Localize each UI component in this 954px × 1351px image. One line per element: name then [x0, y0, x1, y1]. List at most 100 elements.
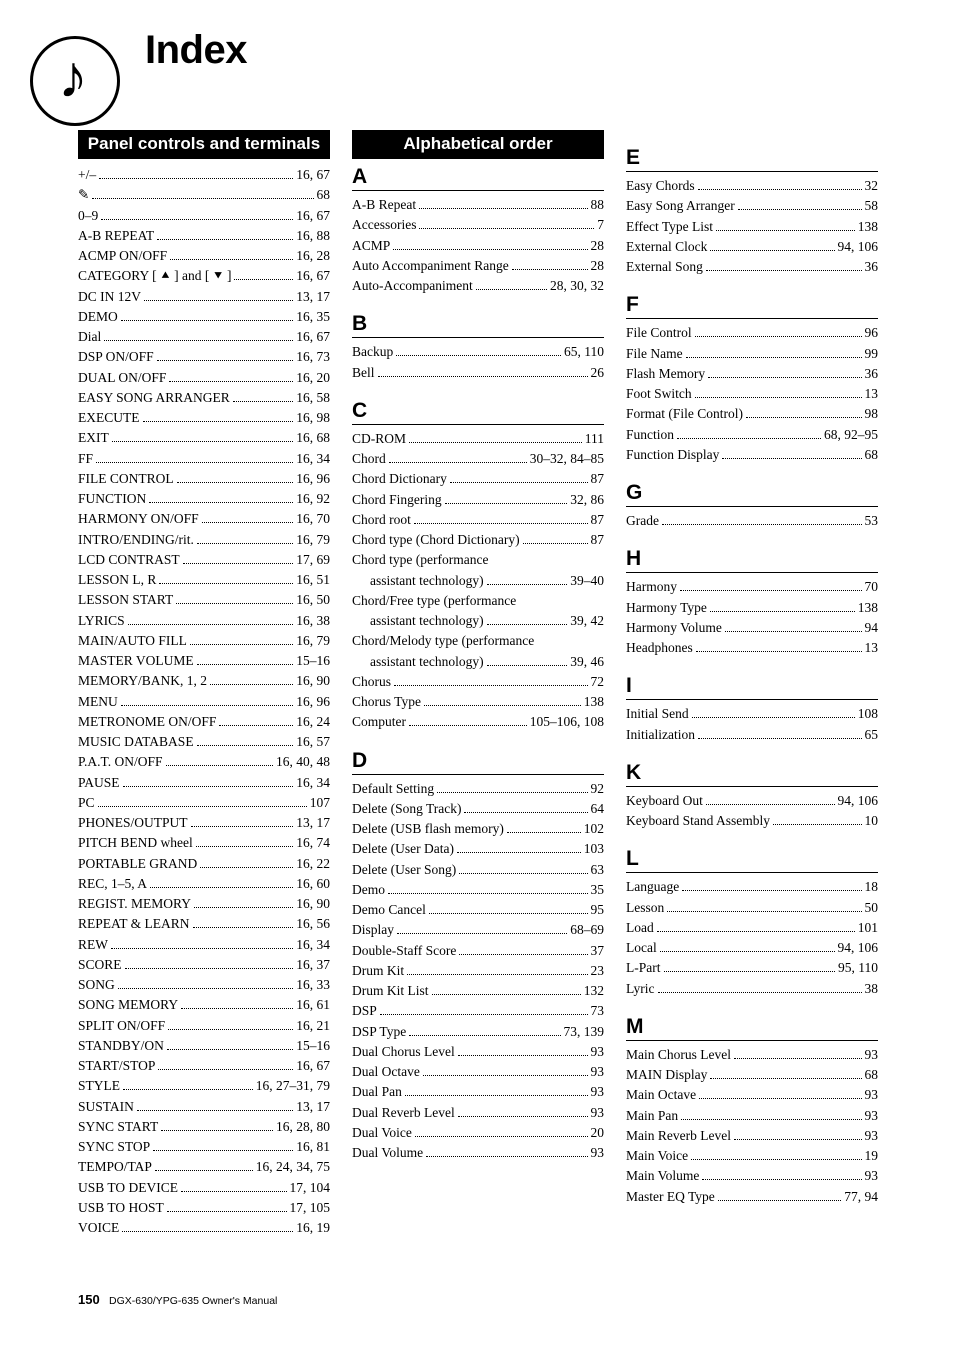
index-entry-label: Dual Volume [352, 1143, 423, 1163]
index-entry-pages: 13, 17 [296, 813, 330, 833]
leader-dots [143, 413, 294, 422]
index-entry-pages: 95, 110 [838, 958, 878, 978]
index-entry-label: File Name [626, 344, 683, 364]
index-entry-label: Language [626, 877, 679, 897]
leader-dots [706, 262, 862, 271]
index-entry: Dial16, 67 [78, 327, 330, 347]
index-entry-label: HARMONY ON/OFF [78, 509, 199, 529]
index-entry: Chord Dictionary87 [352, 469, 604, 489]
index-entry-label: Dual Pan [352, 1082, 402, 1102]
letter-header-B: B [352, 312, 604, 338]
index-entry: MENU16, 96 [78, 692, 330, 712]
index-entry-pages: 13, 17 [296, 1097, 330, 1117]
index-entry-pages: 16, 35 [296, 307, 330, 327]
index-entry-label: CATEGORY [ ⯅ ] and [ ⯆ ] [78, 266, 231, 286]
index-entry-label: LYRICS [78, 611, 125, 631]
index-entry-label: CD-ROM [352, 429, 406, 449]
leader-dots [181, 1182, 286, 1191]
index-entry-label: Delete (User Song) [352, 860, 456, 880]
index-entry-pages: 37 [591, 941, 605, 961]
index-entry: SYNC STOP16, 81 [78, 1137, 330, 1157]
index-entry-label: Chord root [352, 510, 411, 530]
music-note-icon: ♪ [30, 36, 120, 126]
index-entry: STANDBY/ON15–16 [78, 1036, 330, 1056]
index-entry: Chord30–32, 84–85 [352, 449, 604, 469]
index-entry-pages: 73 [591, 1001, 605, 1021]
index-entry-pages: 16, 79 [296, 530, 330, 550]
index-entry: Keyboard Stand Assembly10 [626, 811, 878, 831]
index-entry: PC107 [78, 793, 330, 813]
leader-dots [98, 797, 307, 806]
index-entry: MAIN/AUTO FILL16, 79 [78, 631, 330, 651]
leader-dots [738, 201, 862, 210]
index-entry-label: Dual Reverb Level [352, 1103, 455, 1123]
index-entry-label: PAUSE [78, 773, 120, 793]
leader-dots [464, 803, 587, 812]
leader-dots [158, 1061, 293, 1070]
index-entry-pages: 93 [591, 1042, 605, 1062]
index-entry-label: ✎ [78, 185, 89, 205]
index-entry-pages: 26 [591, 363, 605, 383]
index-entry-label: Chord/Melody type (performance [352, 631, 604, 651]
letter-header-I: I [626, 674, 878, 700]
leader-dots [423, 1067, 588, 1076]
index-entry-pages: 28, 30, 32 [550, 276, 604, 296]
index-entry: Dual Volume93 [352, 1143, 604, 1163]
index-entry-pages: 102 [584, 819, 604, 839]
index-entry-pages: 23 [591, 961, 605, 981]
index-entry-label: STANDBY/ON [78, 1036, 164, 1056]
letter-header-E: E [626, 146, 878, 172]
index-entry: External Song36 [626, 257, 878, 277]
index-entry-pages: 111 [585, 429, 604, 449]
index-entry-label: Lyric [626, 979, 655, 999]
leader-dots [662, 516, 862, 525]
index-entry-label: A-B Repeat [352, 195, 416, 215]
index-entry-pages: 70 [865, 577, 879, 597]
index-entry-label: Dial [78, 327, 101, 347]
index-entry-label: Grade [626, 511, 659, 531]
index-entry-label: Initialization [626, 725, 695, 745]
index-entry-pages: 10 [865, 811, 879, 831]
leader-dots [725, 622, 862, 631]
index-entry-label: Lesson [626, 898, 664, 918]
index-entry-label: Delete (USB flash memory) [352, 819, 504, 839]
letter-header-A: A [352, 165, 604, 191]
index-entry-pages: 138 [584, 692, 604, 712]
index-entry: DSP ON/OFF16, 73 [78, 347, 330, 367]
index-entry-label: DC IN 12V [78, 287, 141, 307]
index-entry: Chord Fingering32, 86 [352, 490, 604, 510]
letter-header-C: C [352, 399, 604, 425]
index-entry-pages: 77, 94 [844, 1187, 878, 1207]
leader-dots [197, 737, 294, 746]
index-entry-label: ACMP [352, 236, 390, 256]
section-header-alpha: Alphabetical order [352, 130, 604, 159]
index-entry-pages: 16, 21 [296, 1016, 330, 1036]
index-entry-pages: 94, 106 [838, 237, 879, 257]
leader-dots [718, 1191, 841, 1200]
index-entry-label: Chord [352, 449, 386, 469]
index-entry-pages: 65, 110 [564, 342, 604, 362]
index-entry: Chord/Free type (performanceassistant te… [352, 591, 604, 632]
index-entry-pages: 16, 92 [296, 489, 330, 509]
leader-dots [157, 230, 293, 239]
index-entry-pages: 93 [865, 1166, 879, 1186]
index-entry: Drum Kit23 [352, 961, 604, 981]
leader-dots [193, 919, 294, 928]
index-entry-label: Chord/Free type (performance [352, 591, 604, 611]
index-entry: Default Setting92 [352, 779, 604, 799]
panel-controls-list: +/–16, 67✎680–916, 67A-B REPEAT16, 88ACM… [78, 165, 330, 1238]
leader-dots [219, 716, 293, 725]
index-entry: EXIT16, 68 [78, 428, 330, 448]
index-entry: START/STOP16, 67 [78, 1056, 330, 1076]
leader-dots [234, 271, 293, 280]
index-entry: PITCH BEND wheel16, 74 [78, 833, 330, 853]
index-entry-pages: 16, 68 [296, 428, 330, 448]
index-entry-pages: 16, 73 [296, 347, 330, 367]
index-entry: SYNC START16, 28, 80 [78, 1117, 330, 1137]
index-entry-pages: 19 [865, 1146, 879, 1166]
index-entry-label: A-B REPEAT [78, 226, 154, 246]
leader-dots [170, 251, 293, 260]
index-entry: Main Pan93 [626, 1106, 878, 1126]
index-entry-pages: 16, 24 [296, 712, 330, 732]
index-entry: DC IN 12V13, 17 [78, 287, 330, 307]
